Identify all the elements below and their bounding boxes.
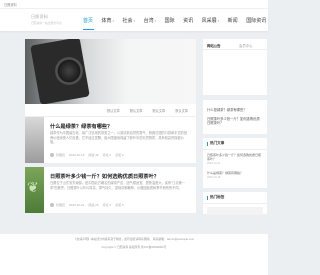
category-strip: 默认文章 默认文章 默认文章 默认文章: [25, 104, 196, 116]
sidebar-tab-box: 网站公告 会员中心: [203, 39, 267, 95]
accent-bar: [207, 195, 208, 200]
post-excerpt: 日照位于山东省东南部，是中国北方著名的绿茶产区，因气候适宜、昼夜温差大，素有“江…: [50, 181, 185, 190]
camera-lens-image: [55, 57, 83, 85]
post-likes[interactable]: 点赞 0: [115, 203, 124, 207]
sidebar-hot-articles: 热门文章 日照茶叶多少钱一斤？如何选购优质日照茶叶？ 2020-10-21 什么…: [203, 138, 267, 188]
sidebar-question-link[interactable]: 日照茶叶多少钱一斤？如何选购优质日照茶叶？: [207, 117, 263, 126]
logo-title: 日照资料: [31, 14, 49, 19]
topbar-site-name: 日照资料: [4, 3, 17, 7]
sidebar-section-header: 热门文章: [203, 138, 267, 150]
footer-disclaimer: 【友情声明】本站部分内容来源于网络，如有侵权请联系删除。 联系邮箱：admin@…: [73, 237, 195, 241]
post-views: 阅读 29: [88, 203, 99, 207]
hot-article-title[interactable]: 什么是绿茶？绿茶有哪些？: [207, 171, 243, 175]
post-meta: 管理员 2020-10-18 阅读 36 评论 0 点赞 0: [50, 153, 128, 157]
nav-item[interactable]: 体育 ▾: [102, 17, 115, 24]
chevron-down-icon: ▾: [112, 18, 115, 23]
avatar: [50, 203, 54, 207]
chevron-down-icon: ▾: [217, 18, 220, 23]
logo-subtitle: 日照资料一站式服务平台: [31, 21, 62, 25]
category-link[interactable]: 默认文章: [175, 108, 188, 113]
main-nav: 首页 体育 ▾ 社会 ▾ 台湾 ▾ 国际 资讯 风采展 ▾ 新闻 国际资讯: [83, 17, 275, 24]
nav-item[interactable]: 资讯: [183, 17, 193, 24]
nav-item[interactable]: 国际: [165, 17, 175, 24]
nav-item[interactable]: 台湾 ▾: [144, 17, 157, 24]
post-title[interactable]: 什么是绿茶？绿茶有哪些？: [50, 123, 112, 130]
nav-item-label: 风采展: [201, 18, 217, 24]
tab-member-center[interactable]: 会员中心: [235, 39, 267, 49]
nav-item[interactable]: 社会 ▾: [123, 17, 136, 24]
nav-item-label: 国际: [164, 18, 175, 24]
hero-banner[interactable]: [25, 39, 196, 104]
nav-item-label: 新闻: [227, 18, 238, 24]
post-author[interactable]: 管理员: [56, 203, 65, 207]
nav-item-label: 国际资讯: [246, 18, 267, 24]
hot-article-title[interactable]: 日照茶叶多少钱一斤？如何选购优质日照茶叶？: [207, 153, 263, 161]
footer: 【友情声明】本站部分内容来源于网络，如有侵权请联系删除。 联系邮箱：admin@…: [0, 234, 268, 275]
section-title: 热门文章: [210, 141, 225, 145]
post-excerpt: 绿茶作为中国最古老、最广泛饮用的茶类之一，以其清新自然的香气、鲜爽甘甜的口感和丰…: [50, 131, 188, 145]
nav-item-label: 资讯: [183, 18, 194, 24]
post-comments[interactable]: 评论 0: [103, 153, 112, 157]
tab-announcement[interactable]: 网站公告: [203, 39, 235, 49]
nav-item[interactable]: 新闻: [228, 17, 238, 24]
nav-item[interactable]: 风采展 ▾: [202, 17, 220, 24]
tag-cloud: [207, 207, 263, 215]
sidebar-section-header: 热门标签: [203, 192, 267, 204]
nav-item[interactable]: 首页: [83, 17, 93, 24]
hot-article-date: 2020-10-18: [207, 176, 221, 179]
avatar: [50, 153, 54, 157]
hot-article-date: 2020-10-21: [207, 162, 221, 165]
top-bar: 日照资料: [0, 0, 268, 9]
header: 日照资料 日照资料一站式服务平台 首页 体育 ▾ 社会 ▾ 台湾 ▾ 国际 资讯 风采展 ▾ 新闻 国际…: [0, 9, 268, 31]
sidebar-question-link[interactable]: 什么是绿茶？绿茶有哪些？: [207, 108, 263, 113]
chevron-down-icon: ▾: [154, 18, 157, 23]
post-thumbnail[interactable]: [25, 117, 44, 163]
post-card: 什么是绿茶？绿茶有哪些？ 绿茶作为中国最古老、最广泛饮用的茶类之一，以其清新自然…: [25, 117, 196, 163]
list-item[interactable]: 什么是绿茶？绿茶有哪些？ 2020-10-18: [203, 168, 267, 182]
post-title[interactable]: 日照茶叶多少钱一斤？如何选购优质日照茶叶？: [50, 173, 159, 180]
sidebar-questions: 什么是绿茶？绿茶有哪些？ 日照茶叶多少钱一斤？如何选购优质日照茶叶？: [203, 100, 267, 134]
accent-bar: [207, 141, 208, 146]
post-views: 阅读 36: [88, 153, 99, 157]
post-likes[interactable]: 点赞 0: [115, 153, 124, 157]
section-title: 热门标签: [210, 195, 225, 199]
category-link[interactable]: 默认文章: [130, 108, 143, 113]
sidebar-tabs: 网站公告 会员中心: [203, 39, 267, 50]
post-thumbnail[interactable]: ❦: [25, 167, 44, 213]
category-link[interactable]: 默认文章: [107, 108, 120, 113]
post-author[interactable]: 管理员: [56, 153, 65, 157]
post-date: 2020-10-21: [69, 203, 85, 207]
nav-item-label: 台湾: [143, 18, 154, 24]
post-date: 2020-10-18: [69, 153, 85, 157]
nav-item-label: 首页: [83, 18, 94, 24]
nav-active-underline: [83, 29, 94, 30]
sidebar-tags: 热门标签: [203, 192, 267, 215]
tea-leaf-icon: ❦: [27, 179, 39, 195]
nav-item-label: 体育: [101, 18, 112, 24]
footer-copyright: Copyright © 日照资料 版权所有 鲁ICP备00000000号: [101, 245, 167, 249]
nav-item[interactable]: 国际资讯: [246, 17, 266, 24]
nav-item-label: 社会: [122, 18, 133, 24]
post-comments[interactable]: 评论 0: [103, 203, 112, 207]
post-card: ❦ 日照茶叶多少钱一斤？如何选购优质日照茶叶？ 日照位于山东省东南部，是中国北方…: [25, 167, 196, 213]
post-meta: 管理员 2020-10-21 阅读 29 评论 0 点赞 0: [50, 203, 128, 207]
category-link[interactable]: 默认文章: [153, 108, 166, 113]
site-logo[interactable]: 日照资料 日照资料一站式服务平台: [31, 14, 71, 27]
list-item[interactable]: 日照茶叶多少钱一斤？如何选购优质日照茶叶？ 2020-10-21: [203, 150, 267, 168]
chevron-down-icon: ▾: [133, 18, 136, 23]
